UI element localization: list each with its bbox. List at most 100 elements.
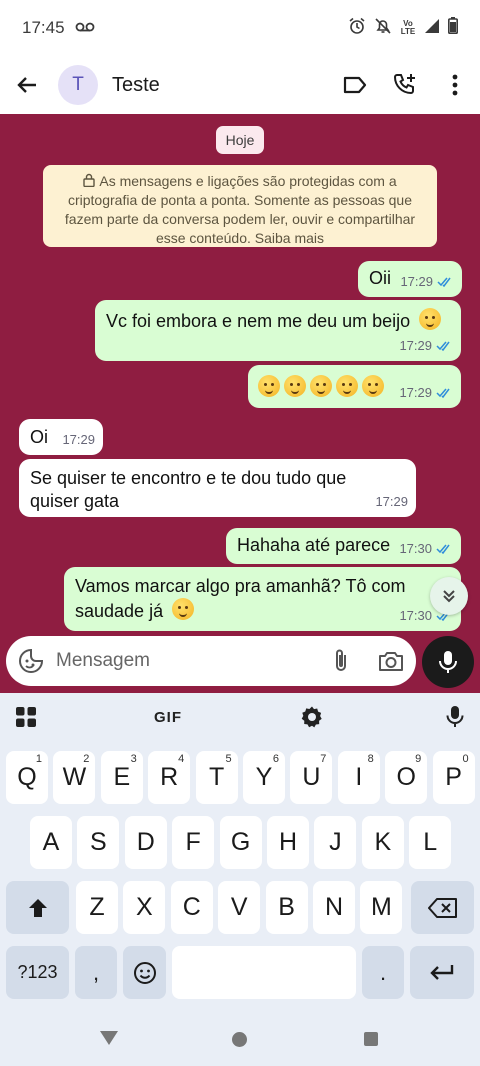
shift-key[interactable] [6,881,69,934]
key-label: S [90,828,107,856]
key-hint-number: 4 [178,753,185,765]
message-text: Vamos marcar algo pra amanhã? Tô com sau… [75,575,415,623]
contact-name[interactable]: Teste [112,74,160,97]
key-label: L [423,828,438,856]
key-hint-number: 6 [272,753,279,765]
key-h[interactable]: H [267,816,309,869]
label-icon [343,76,367,94]
keyboard-voice-button[interactable] [440,693,470,741]
voice-message-button[interactable] [422,636,474,688]
emoji-key[interactable] [123,946,166,999]
key-f[interactable]: F [172,816,215,869]
message-incoming[interactable]: Oi 17:29 [19,419,103,455]
message-time: 17:30 [399,541,432,556]
message-outgoing[interactable]: Vamos marcar algo pra amanhã? Tô com sau… [64,567,461,631]
double-check-icon [436,544,450,554]
space-key[interactable] [172,946,356,999]
key-m[interactable]: M [360,881,403,934]
key-p[interactable]: P0 [432,751,475,804]
key-hint-number: 5 [225,753,232,765]
enter-arrow-icon [430,964,454,980]
key-k[interactable]: K [361,816,404,869]
key-j[interactable]: J [314,816,357,869]
nav-recents-icon[interactable] [364,1032,378,1046]
nav-back-icon[interactable] [100,1031,118,1045]
key-n[interactable]: N [313,881,355,934]
status-bar: 17:45 Vo LTE [0,0,480,56]
crying-face-emoji-icon [284,375,306,397]
scroll-to-bottom-button[interactable] [430,577,468,615]
camera-button[interactable] [366,650,416,672]
key-label: W [62,763,87,791]
key-t[interactable]: T5 [195,751,238,804]
comma-key[interactable]: , [75,946,117,999]
message-input[interactable] [56,650,316,672]
key-label: V [230,893,248,921]
emoji-sticker-button[interactable] [6,648,56,674]
key-e[interactable]: E3 [100,751,143,804]
key-g[interactable]: G [219,816,262,869]
key-y[interactable]: Y6 [243,751,285,804]
battery-icon [448,17,458,39]
key-o[interactable]: O9 [385,751,428,804]
key-hint-number: 1 [35,753,42,765]
message-incoming[interactable]: Se quiser te encontro e te dou tudo que … [19,459,416,517]
message-time: 17:29 [399,385,432,400]
attach-button[interactable] [316,648,366,674]
key-b[interactable]: B [265,881,308,934]
key-l[interactable]: L [409,816,452,869]
key-u[interactable]: U7 [290,751,333,804]
crying-face-emoji-icon [258,375,280,397]
key-label: E [113,763,131,791]
status-icons: Vo LTE [348,17,458,40]
key-label: I [355,763,363,791]
key-c[interactable]: C [170,881,213,934]
key-label: Z [89,893,105,921]
conversation-header: T Teste [0,56,480,114]
key-w[interactable]: W2 [53,751,96,804]
message-time: 17:30 [399,608,432,623]
message-text: Vc foi embora e nem me deu um beijo [106,308,445,333]
nav-home-icon[interactable] [232,1032,247,1047]
symbols-key[interactable]: ?123 [6,946,69,999]
key-d[interactable]: D [124,816,167,869]
more-options-button[interactable] [430,56,480,114]
key-label: Q [17,763,37,791]
key-i[interactable]: I8 [337,751,380,804]
key-s[interactable]: S [77,816,120,869]
label-button[interactable] [330,56,380,114]
contact-avatar[interactable]: T [58,65,98,105]
add-call-button[interactable] [380,56,430,114]
backspace-key[interactable] [411,881,474,934]
crying-face-emoji-icon [336,375,358,397]
key-label: H [278,828,298,856]
key-q[interactable]: Q1 [6,751,48,804]
encryption-notice[interactable]: As mensagens e ligações são protegidas c… [43,165,437,247]
key-label: K [374,828,392,856]
crying-face-emoji-icon [310,375,332,397]
message-outgoing[interactable]: Vc foi embora e nem me deu um beijo 17:2… [95,300,461,361]
keyboard-settings-button[interactable] [296,693,328,741]
key-x[interactable]: X [123,881,166,934]
key-a[interactable]: A [30,816,72,869]
grid-icon [16,707,36,727]
message-outgoing[interactable]: Hahaha até parece 17:30 [226,528,461,564]
message-text: Oi [30,427,48,447]
back-button[interactable] [0,56,54,114]
enter-key[interactable] [410,946,474,999]
chat-area[interactable]: Hoje As mensagens e ligações são protegi… [0,114,480,693]
key-z[interactable]: Z [76,881,118,934]
signal-icon [424,18,440,39]
apps-button[interactable] [10,693,42,741]
key-r[interactable]: R4 [148,751,191,804]
status-time: 17:45 [22,18,65,37]
key-label: F [185,828,201,856]
message-outgoing[interactable]: 17:29 [248,365,461,408]
period-key[interactable]: . [362,946,404,999]
backspace-icon [427,897,457,918]
gif-button[interactable]: GIF [146,693,190,741]
message-meta: 17:29 [399,334,453,357]
message-time: 17:29 [375,494,408,509]
key-v[interactable]: V [218,881,261,934]
message-outgoing[interactable]: Oii 17:29 [358,261,462,297]
